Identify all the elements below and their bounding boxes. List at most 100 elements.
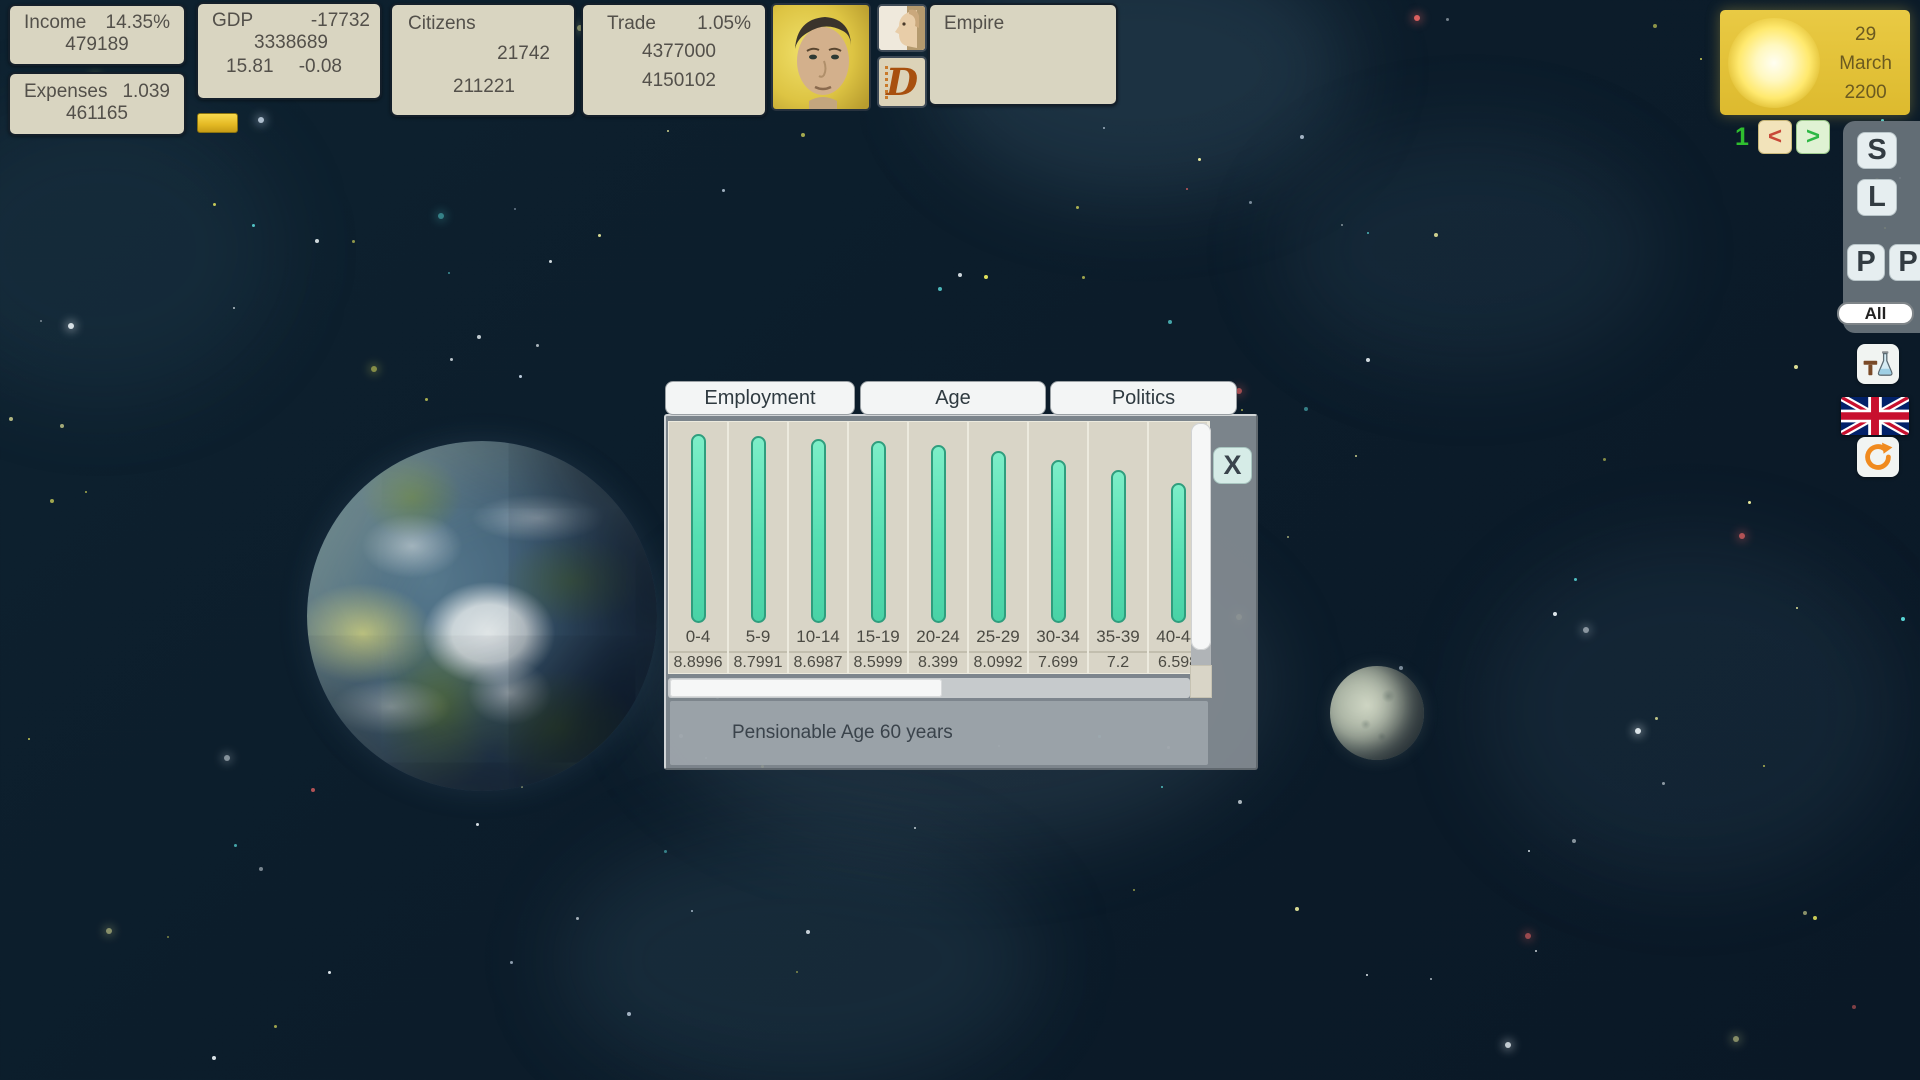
gdp-delta: -17732 bbox=[311, 10, 370, 32]
all-button[interactable]: All bbox=[1837, 302, 1914, 325]
star bbox=[1528, 850, 1530, 852]
star bbox=[1813, 916, 1817, 920]
star bbox=[1662, 782, 1665, 785]
age-column-0-4[interactable]: 0-48.8996 bbox=[669, 422, 729, 673]
gold-chip[interactable] bbox=[197, 113, 238, 133]
horizontal-scrollbar[interactable] bbox=[668, 678, 1190, 698]
age-column-25-29[interactable]: 25-298.0992 bbox=[969, 422, 1029, 673]
gdp-value: 3338689 bbox=[212, 32, 370, 54]
age-range-label: 15-19 bbox=[849, 623, 907, 651]
star bbox=[233, 307, 235, 309]
star bbox=[1796, 607, 1798, 609]
age-range-label: 10-14 bbox=[789, 623, 847, 651]
star bbox=[1103, 127, 1105, 129]
age-bar bbox=[1051, 460, 1066, 623]
age-value-label: 8.6987 bbox=[789, 651, 847, 673]
star bbox=[50, 499, 54, 503]
age-column-5-9[interactable]: 5-98.7991 bbox=[729, 422, 789, 673]
star bbox=[958, 273, 962, 277]
age-range-label: 25-29 bbox=[969, 623, 1027, 651]
star bbox=[224, 755, 230, 761]
age-column-20-24[interactable]: 20-248.399 bbox=[909, 422, 969, 673]
star bbox=[311, 788, 315, 792]
star bbox=[938, 287, 942, 291]
advisor-portrait[interactable] bbox=[877, 4, 927, 52]
star bbox=[106, 928, 112, 934]
speed-decrease-button[interactable]: < bbox=[1758, 120, 1792, 154]
income-rate: 14.35% bbox=[106, 12, 170, 34]
policy-right-button[interactable]: P bbox=[1889, 244, 1920, 281]
star bbox=[1430, 978, 1432, 980]
star bbox=[519, 375, 522, 378]
age-bar bbox=[931, 445, 946, 623]
star bbox=[1446, 18, 1449, 21]
star bbox=[258, 117, 264, 123]
citizens-panel[interactable]: Citizens 21742 211221 bbox=[390, 3, 576, 117]
scrollbar-corner bbox=[1190, 665, 1212, 698]
star bbox=[28, 738, 30, 740]
citizens-label: Citizens bbox=[408, 13, 560, 35]
policy-left-button[interactable]: P bbox=[1847, 244, 1885, 281]
age-column-30-34[interactable]: 30-347.699 bbox=[1029, 422, 1089, 673]
star bbox=[1198, 158, 1201, 161]
horizontal-scrollbar-thumb[interactable] bbox=[670, 679, 942, 697]
star bbox=[1739, 533, 1745, 539]
star bbox=[1304, 407, 1308, 411]
star bbox=[1355, 455, 1357, 457]
age-column-35-39[interactable]: 35-397.2 bbox=[1089, 422, 1149, 673]
star bbox=[664, 850, 667, 853]
star bbox=[1399, 666, 1403, 670]
vertical-scrollbar[interactable] bbox=[1191, 423, 1211, 665]
income-label: Income bbox=[24, 12, 86, 34]
age-column-10-14[interactable]: 10-148.6987 bbox=[789, 422, 849, 673]
star bbox=[1186, 188, 1188, 190]
star bbox=[1803, 911, 1807, 915]
gdp-panel[interactable]: GDP -17732 3338689 15.81 -0.08 bbox=[196, 2, 382, 100]
star bbox=[212, 1056, 216, 1060]
tab-age[interactable]: Age bbox=[860, 381, 1046, 415]
tab-employment[interactable]: Employment bbox=[665, 381, 855, 415]
refresh-button[interactable] bbox=[1857, 437, 1899, 477]
empire-panel[interactable]: Empire bbox=[928, 3, 1118, 106]
load-button[interactable]: L bbox=[1857, 179, 1897, 216]
trade-panel[interactable]: Trade 1.05% 4377000 4150102 bbox=[581, 3, 767, 117]
star bbox=[213, 203, 216, 206]
age-value-label: 8.5999 bbox=[849, 651, 907, 673]
star bbox=[40, 320, 42, 322]
moon[interactable] bbox=[1330, 666, 1424, 760]
star bbox=[1653, 24, 1657, 28]
star bbox=[549, 260, 552, 263]
speed-increase-button[interactable]: > bbox=[1796, 120, 1830, 154]
gdp-label: GDP bbox=[212, 10, 253, 32]
science-button[interactable] bbox=[1857, 344, 1899, 384]
star bbox=[1161, 786, 1163, 788]
star bbox=[1249, 201, 1252, 204]
star bbox=[510, 961, 513, 964]
income-panel[interactable]: Income 14.35% 479189 bbox=[8, 4, 186, 66]
tab-politics[interactable]: Politics bbox=[1050, 381, 1237, 415]
star bbox=[1238, 800, 1242, 804]
star bbox=[984, 275, 988, 279]
age-range-label: 0-4 bbox=[669, 623, 727, 651]
language-button[interactable] bbox=[1841, 397, 1909, 435]
citizens-value-2: 211221 bbox=[408, 65, 560, 98]
faction-logo-d[interactable]: D bbox=[877, 56, 927, 108]
star bbox=[1553, 612, 1557, 616]
age-column-15-19[interactable]: 15-198.5999 bbox=[849, 422, 909, 673]
star bbox=[667, 130, 669, 132]
age-range-label: 5-9 bbox=[729, 623, 787, 651]
logo-dots bbox=[885, 66, 888, 102]
refresh-icon bbox=[1862, 441, 1894, 473]
planet-earth[interactable] bbox=[307, 441, 657, 791]
date-panel[interactable]: 29 March 2200 bbox=[1720, 10, 1910, 115]
leader-face-image bbox=[773, 5, 869, 109]
star bbox=[1583, 627, 1589, 633]
income-value: 479189 bbox=[24, 34, 170, 56]
advisor-face-image bbox=[879, 6, 925, 50]
vertical-scrollbar-thumb[interactable] bbox=[1191, 423, 1211, 650]
leader-portrait[interactable] bbox=[771, 3, 871, 111]
save-button[interactable]: S bbox=[1857, 132, 1897, 169]
close-button[interactable]: X bbox=[1213, 447, 1252, 484]
uk-flag-icon bbox=[1841, 397, 1909, 435]
expenses-panel[interactable]: Expenses 1.039 461165 bbox=[8, 72, 186, 136]
